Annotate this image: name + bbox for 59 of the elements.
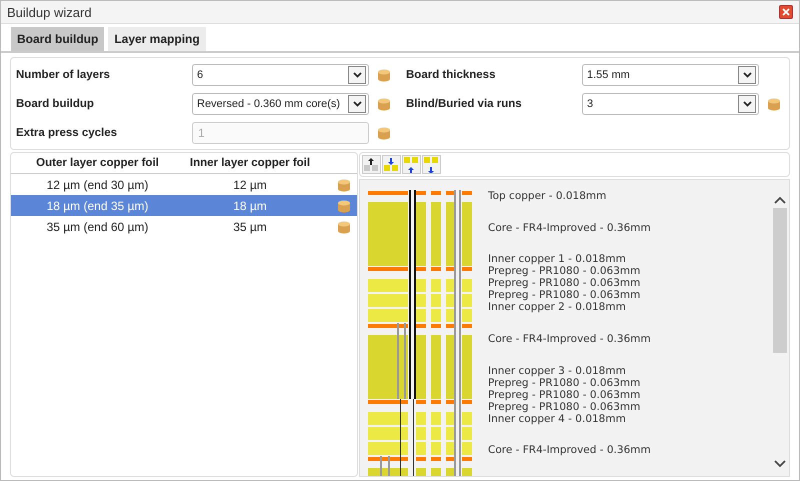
coin-icon[interactable]: [337, 198, 351, 212]
layer-arrow-icon: [424, 156, 439, 173]
table-row[interactable]: 12 µm (end 30 µm) 12 µm: [11, 174, 357, 195]
dropdown[interactable]: 3: [582, 92, 759, 114]
scrollbar-thumb[interactable]: [773, 208, 787, 353]
field-label: Blind/Buried via runs: [406, 98, 523, 110]
layer-label: Prepreg - PR1080 - 0.063mm: [488, 388, 640, 401]
field-label: Number of layers: [16, 68, 111, 80]
table-cell-text: 18 µm (end 35 µm): [46, 198, 150, 212]
coin-icon[interactable]: [337, 220, 351, 234]
dropdown[interactable]: 6: [192, 64, 369, 86]
close-icon: [782, 8, 790, 16]
field-label: Board thickness: [406, 68, 496, 80]
layer-label: Inner copper 4 - 0.018mm: [488, 412, 626, 425]
chevron-down-icon: [352, 100, 362, 106]
layer-label: Top copper - 0.018mm: [488, 190, 606, 202]
field-label: Extra press cycles: [16, 126, 118, 138]
window-title: Buildup wizard: [7, 4, 92, 20]
coin-icon[interactable]: [377, 68, 391, 82]
table-cell-text: 35 µm: [232, 220, 268, 234]
field-label: Board buildup: [16, 98, 95, 110]
layer-arrow-icon: [364, 156, 379, 173]
coin-icon[interactable]: [377, 96, 391, 110]
column-header: Outer layer copper foil: [35, 157, 160, 169]
layer-label: Prepreg - PR1080 - 0.063mm: [488, 376, 640, 389]
toolbar-button[interactable]: [402, 155, 421, 174]
scroll-up-icon[interactable]: [774, 196, 786, 204]
dropdown[interactable]: Reversed - 0.360 mm core(s): [192, 92, 369, 114]
table-cell-text: 12 µm: [232, 178, 268, 192]
coin-icon[interactable]: [337, 178, 351, 192]
close-button[interactable]: [779, 5, 793, 19]
toolbar-button[interactable]: [422, 155, 441, 174]
table-row[interactable]: 35 µm (end 60 µm) 35 µm: [11, 216, 357, 237]
tab[interactable]: Board buildup: [11, 27, 104, 51]
layer-label: Prepreg - PR1080 - 0.063mm: [488, 289, 640, 302]
column-header: Inner layer copper foil: [188, 157, 312, 169]
table-cell-text: 12 µm (end 30 µm): [46, 178, 150, 192]
tab[interactable]: Layer mapping: [108, 27, 206, 51]
layer-label: Core - FR4-Improved - 0.36mm: [488, 332, 651, 345]
layer-label: Core - FR4-Improved - 0.36mm: [488, 222, 651, 234]
layer-label: Prepreg - PR1080 - 0.063mm: [488, 265, 640, 278]
chevron-down-icon: [742, 72, 752, 78]
table-cell-text: 18 µm: [232, 198, 268, 212]
dropdown[interactable]: 1.55 mm: [582, 64, 759, 86]
layer-label: Prepreg - PR1080 - 0.063mm: [488, 400, 640, 413]
scroll-down-icon[interactable]: [774, 460, 786, 468]
layer-label: Core - FR4-Improved - 0.36mm: [488, 444, 651, 456]
layer-label: Inner copper 2 - 0.018mm: [488, 301, 626, 314]
table-row[interactable]: 18 µm (end 35 µm) 18 µm: [11, 195, 357, 216]
toolbar-button[interactable]: [382, 155, 401, 174]
layer-arrow-icon: [384, 156, 399, 173]
layer-arrow-icon: [404, 156, 419, 173]
chevron-down-icon: [742, 100, 752, 106]
layer-label: Inner copper 1 - 0.018mm: [488, 253, 626, 266]
table-cell-text: 35 µm (end 60 µm): [46, 220, 150, 234]
layer-label: Prepreg - PR1080 - 0.063mm: [488, 277, 640, 290]
coin-icon[interactable]: [767, 96, 781, 110]
chevron-down-icon: [352, 72, 362, 78]
layer-label: Inner copper 3 - 0.018mm: [488, 364, 626, 377]
